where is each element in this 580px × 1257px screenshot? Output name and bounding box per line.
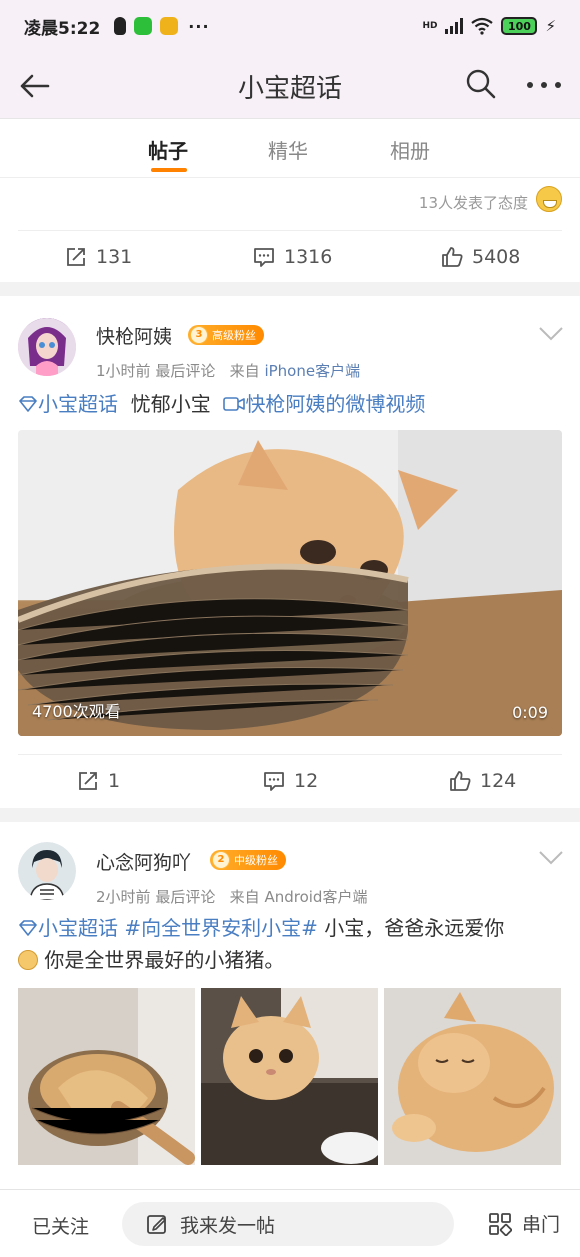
wechat-icon [134, 17, 153, 35]
supertopic-icon [19, 396, 37, 412]
supertopic-link[interactable]: 小宝超话 [18, 916, 118, 940]
chevron-down-icon[interactable] [538, 326, 564, 342]
compose-label: 我来发一帖 [180, 1214, 276, 1237]
battery-indicator: 100 [501, 17, 538, 35]
fan-badge: 2 中级粉丝 [210, 850, 286, 870]
qq-icon [114, 17, 127, 35]
weibo-icon [160, 17, 179, 35]
more-icon[interactable] [524, 70, 564, 100]
post-image[interactable] [384, 988, 561, 1165]
post-meta: 1小时前 最后评论 来自 iPhone客户端 [96, 360, 360, 381]
post-time: 1小时前 [96, 362, 151, 380]
repost-button[interactable]: 1 [76, 755, 120, 807]
like-count: 5408 [472, 246, 521, 268]
fan-badge-label: 中级粉丝 [234, 854, 278, 867]
cat-emoji-icon [18, 950, 38, 970]
post-meta: 2小时前 最后评论 来自 Android客户端 [96, 886, 367, 907]
repost-count: 1 [108, 770, 121, 792]
chevron-down-icon[interactable] [538, 850, 564, 866]
chuanmen-button[interactable]: 串门 [488, 1210, 560, 1237]
wifi-icon [471, 17, 494, 35]
like-count: 124 [480, 770, 517, 792]
avatar[interactable] [18, 318, 76, 376]
repost-icon [67, 248, 85, 266]
video-link-label: 快枪阿姨的微博视频 [245, 392, 426, 416]
supertopic-icon [19, 920, 37, 936]
like-button[interactable]: 5408 [440, 231, 520, 283]
comment-icon [264, 772, 284, 791]
source-client[interactable]: Android客户端 [264, 888, 367, 906]
network-type: HD [422, 21, 438, 31]
post-actions: 131 1316 5408 [0, 231, 580, 283]
supertopic-name: 小宝超话 [38, 392, 118, 416]
video-player[interactable]: 4700次观看 0:09 [18, 430, 562, 736]
source-prefix: 来自 [229, 362, 260, 380]
comment-button[interactable]: 1316 [252, 231, 332, 283]
avatar[interactable] [18, 842, 76, 900]
fan-badge-label: 高级粉丝 [212, 329, 256, 342]
signal-icon [445, 18, 464, 34]
video-link[interactable]: 快枪阿姨的微博视频 [223, 392, 425, 416]
fan-level: 2 [212, 851, 230, 869]
followed-button[interactable]: 已关注 [32, 1212, 89, 1239]
charging-icon: ⚡ [545, 17, 556, 35]
post-body-line1: 小宝，爸爸永远爱你 [324, 916, 505, 940]
compose-post-button[interactable]: 我来发一帖 [122, 1202, 454, 1246]
post-image[interactable] [18, 988, 195, 1165]
post-body-line2: 你是全世界最好的小猪猪。 [44, 948, 285, 972]
tab-bar: 帖子 精华 相册 [0, 118, 580, 178]
compose-icon [147, 1215, 166, 1234]
fan-level: 3 [190, 326, 208, 344]
nav-bar: 小宝超话 [0, 52, 580, 118]
comment-icon [254, 248, 274, 267]
attitude-summary[interactable]: 13人发表了态度 [419, 192, 528, 213]
like-icon [450, 771, 471, 791]
laugh-emoji-icon [536, 186, 562, 212]
search-icon[interactable] [464, 67, 498, 101]
comment-count: 12 [294, 770, 319, 792]
weibo-supertopic-page: 凌晨5:22 ··· HD 100 ⚡ 小宝超话 帖子 精华 相册 13人发表了… [0, 0, 580, 1257]
username[interactable]: 心念阿狗吖 [96, 848, 191, 875]
source-client[interactable]: iPhone客户端 [264, 362, 360, 380]
supertopic-link[interactable]: 小宝超话 [18, 392, 118, 416]
supertopic-name: 小宝超话 [38, 916, 118, 940]
last-comment-label: 最后评论 [155, 362, 216, 380]
repost-button[interactable]: 131 [64, 231, 132, 283]
comment-button[interactable]: 12 [262, 755, 318, 807]
comment-count: 1316 [284, 246, 333, 268]
active-tab-indicator [151, 168, 187, 172]
hashtag-link[interactable]: #向全世界安利小宝# [124, 916, 318, 940]
status-time: 凌晨5:22 [24, 18, 101, 39]
repost-icon [79, 772, 97, 790]
post-text: 小宝超话 忧郁小宝 快枪阿姨的微博视频 [18, 388, 564, 420]
grid-icon [489, 1212, 512, 1236]
status-right: HD 100 ⚡ [422, 17, 556, 35]
tab-featured[interactable]: 精华 [268, 135, 308, 164]
repost-count: 131 [96, 246, 133, 268]
source-prefix: 来自 [229, 888, 260, 906]
video-views: 4700次观看 [32, 702, 121, 721]
video-icon [223, 397, 246, 411]
like-icon [442, 247, 463, 267]
status-more-icon: ··· [188, 16, 210, 36]
post-image[interactable] [201, 988, 378, 1165]
post-time: 2小时前 [96, 888, 151, 906]
last-comment-label: 最后评论 [155, 888, 216, 906]
fan-badge: 3 高级粉丝 [188, 325, 264, 345]
username[interactable]: 快枪阿姨 [96, 322, 172, 349]
post-text: 小宝超话 #向全世界安利小宝# 小宝，爸爸永远爱你 你是全世界最好的小猪猪。 [18, 912, 564, 976]
bottom-bar: 已关注 我来发一帖 串门 [0, 1189, 580, 1257]
tab-posts[interactable]: 帖子 [148, 135, 188, 164]
post-body: 忧郁小宝 [130, 392, 211, 416]
chuanmen-label: 串门 [521, 1214, 560, 1236]
like-button[interactable]: 124 [448, 755, 516, 807]
tab-album[interactable]: 相册 [390, 135, 430, 164]
status-bar: 凌晨5:22 ··· HD 100 ⚡ [0, 0, 580, 52]
video-thumbnail [18, 430, 562, 736]
video-duration: 0:09 [512, 703, 548, 722]
post-actions: 1 12 124 [0, 755, 580, 807]
